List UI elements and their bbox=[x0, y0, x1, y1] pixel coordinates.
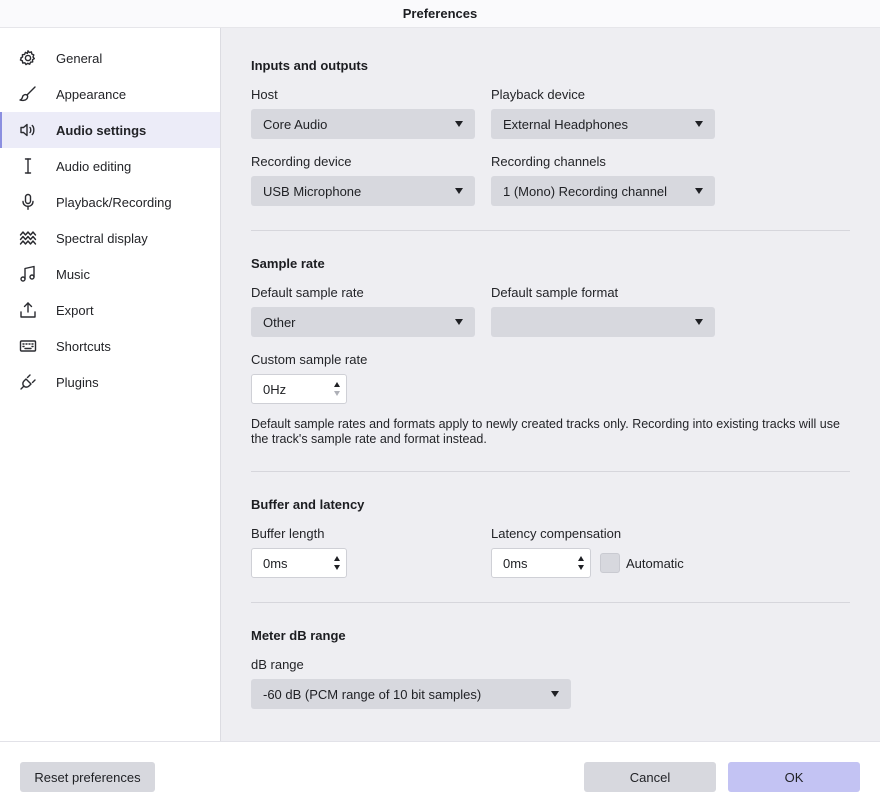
cancel-button[interactable]: Cancel bbox=[584, 762, 716, 792]
db-range-value: -60 dB (PCM range of 10 bit samples) bbox=[263, 686, 482, 702]
playback-device-label: Playback device bbox=[491, 87, 585, 102]
section-title-meter-db-range: Meter dB range bbox=[251, 628, 346, 643]
db-range-label: dB range bbox=[251, 657, 304, 672]
chevron-down-icon bbox=[551, 691, 559, 697]
playback-device-value: External Headphones bbox=[503, 116, 629, 132]
recording-device-dropdown[interactable]: USB Microphone bbox=[251, 176, 475, 206]
sidebar-item-label: Appearance bbox=[56, 86, 127, 102]
sidebar-item-label: Audio settings bbox=[56, 122, 147, 138]
host-label: Host bbox=[251, 87, 278, 102]
section-divider bbox=[251, 471, 850, 472]
window-title: Preferences bbox=[0, 0, 880, 28]
preferences-window: Preferences General Appearance Audio set… bbox=[0, 0, 880, 812]
sidebar-item-label: Shortcuts bbox=[56, 338, 111, 354]
gear-icon bbox=[18, 48, 38, 68]
default-sample-rate-value: Other bbox=[263, 314, 296, 330]
recording-device-value: USB Microphone bbox=[263, 183, 362, 199]
decrement-icon[interactable] bbox=[334, 565, 340, 570]
default-sample-format-dropdown[interactable] bbox=[491, 307, 715, 337]
sidebar-item-label: Export bbox=[56, 302, 94, 318]
buffer-length-value: 0ms bbox=[263, 555, 288, 571]
recording-device-label: Recording device bbox=[251, 154, 352, 169]
plug-icon bbox=[18, 372, 38, 392]
sidebar-item-label: Playback/Recording bbox=[56, 194, 172, 210]
decrement-icon[interactable] bbox=[334, 391, 340, 396]
chevron-down-icon bbox=[455, 188, 463, 194]
section-title-inputs-outputs: Inputs and outputs bbox=[251, 58, 368, 73]
custom-sample-rate-stepper[interactable]: 0Hz bbox=[251, 374, 347, 404]
db-range-dropdown[interactable]: -60 dB (PCM range of 10 bit samples) bbox=[251, 679, 571, 709]
sidebar-item-spectral-display[interactable]: Spectral display bbox=[0, 220, 220, 256]
chevron-down-icon bbox=[695, 319, 703, 325]
recording-channels-dropdown[interactable]: 1 (Mono) Recording channel bbox=[491, 176, 715, 206]
sidebar-item-music[interactable]: Music bbox=[0, 256, 220, 292]
chevron-down-icon bbox=[455, 121, 463, 127]
host-dropdown[interactable]: Core Audio bbox=[251, 109, 475, 139]
section-title-buffer-latency: Buffer and latency bbox=[251, 497, 365, 512]
stepper-arrows bbox=[334, 556, 340, 570]
sidebar-item-label: General bbox=[56, 50, 103, 66]
buffer-length-stepper[interactable]: 0ms bbox=[251, 548, 347, 578]
upload-icon bbox=[18, 300, 38, 320]
sample-rate-note: Default sample rates and formats apply t… bbox=[251, 417, 840, 446]
stepper-arrows bbox=[334, 382, 340, 396]
sidebar-item-audio-settings[interactable]: Audio settings bbox=[0, 112, 220, 148]
automatic-checkbox[interactable] bbox=[600, 553, 620, 573]
recording-channels-label: Recording channels bbox=[491, 154, 606, 169]
custom-sample-rate-label: Custom sample rate bbox=[251, 352, 368, 367]
latency-compensation-label: Latency compensation bbox=[491, 526, 622, 541]
sidebar-item-label: Plugins bbox=[56, 374, 99, 390]
increment-icon[interactable] bbox=[578, 556, 584, 561]
default-sample-rate-dropdown[interactable]: Other bbox=[251, 307, 475, 337]
sidebar-item-shortcuts[interactable]: Shortcuts bbox=[0, 328, 220, 364]
recording-channels-value: 1 (Mono) Recording channel bbox=[503, 183, 668, 199]
chevron-down-icon bbox=[455, 319, 463, 325]
sidebar: General Appearance Audio settings Audio … bbox=[0, 28, 221, 741]
ok-button[interactable]: OK bbox=[728, 762, 860, 792]
keyboard-icon bbox=[18, 336, 38, 356]
default-sample-rate-label: Default sample rate bbox=[251, 285, 364, 300]
increment-icon[interactable] bbox=[334, 556, 340, 561]
sidebar-item-label: Spectral display bbox=[56, 230, 148, 246]
waves-icon bbox=[18, 228, 38, 248]
chevron-down-icon bbox=[695, 121, 703, 127]
brush-icon bbox=[18, 84, 38, 104]
sidebar-item-label: Audio editing bbox=[56, 158, 132, 174]
text-cursor-icon bbox=[18, 156, 38, 176]
section-divider bbox=[251, 230, 850, 231]
playback-device-dropdown[interactable]: External Headphones bbox=[491, 109, 715, 139]
latency-compensation-stepper[interactable]: 0ms bbox=[491, 548, 591, 578]
sidebar-item-plugins[interactable]: Plugins bbox=[0, 364, 220, 400]
speaker-icon bbox=[18, 120, 38, 140]
chevron-down-icon bbox=[695, 188, 703, 194]
sidebar-item-appearance[interactable]: Appearance bbox=[0, 76, 220, 112]
buffer-length-label: Buffer length bbox=[251, 526, 325, 541]
sidebar-item-export[interactable]: Export bbox=[0, 292, 220, 328]
section-divider bbox=[251, 602, 850, 603]
default-sample-format-label: Default sample format bbox=[491, 285, 619, 300]
sidebar-item-label: Music bbox=[56, 266, 90, 282]
audio-settings-panel: Inputs and outputs Host Core Audio Playb… bbox=[221, 28, 880, 741]
sidebar-item-general[interactable]: General bbox=[0, 40, 220, 76]
increment-icon[interactable] bbox=[334, 382, 340, 387]
host-value: Core Audio bbox=[263, 116, 328, 132]
music-note-icon bbox=[18, 264, 38, 284]
reset-preferences-button[interactable]: Reset preferences bbox=[20, 762, 155, 792]
sidebar-item-audio-editing[interactable]: Audio editing bbox=[0, 148, 220, 184]
dialog-footer: Reset preferences Cancel OK bbox=[0, 741, 880, 812]
decrement-icon[interactable] bbox=[578, 565, 584, 570]
section-title-sample-rate: Sample rate bbox=[251, 256, 325, 271]
preferences-body: General Appearance Audio settings Audio … bbox=[0, 28, 880, 741]
stepper-arrows bbox=[578, 556, 584, 570]
microphone-icon bbox=[18, 192, 38, 212]
custom-sample-rate-value: 0Hz bbox=[263, 381, 287, 397]
latency-compensation-value: 0ms bbox=[503, 555, 528, 571]
sidebar-item-playback-recording[interactable]: Playback/Recording bbox=[0, 184, 220, 220]
automatic-label: Automatic bbox=[626, 555, 684, 571]
